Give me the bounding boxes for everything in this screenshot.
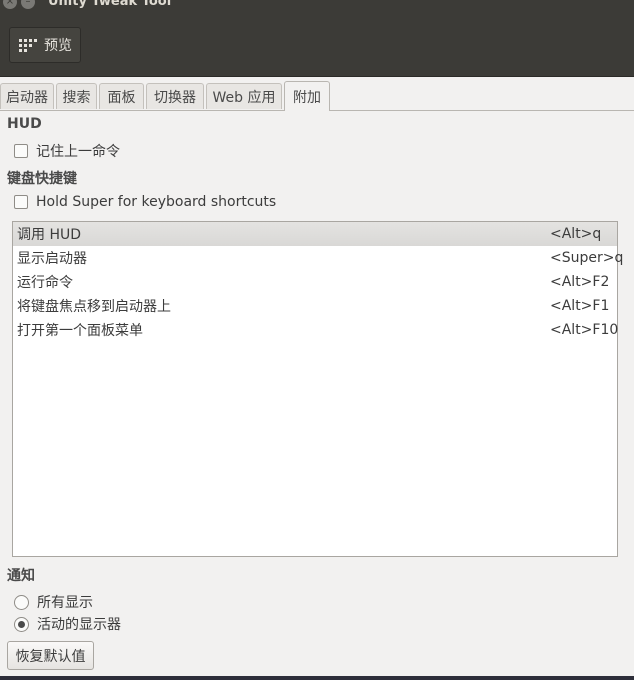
tab-search[interactable]: 搜索	[56, 83, 97, 109]
restore-defaults-label: 恢复默认值	[15, 648, 86, 665]
shortcut-key: <Alt>F2	[550, 274, 610, 290]
tab-label: 搜索	[62, 89, 91, 106]
hud-heading: HUD	[7, 116, 42, 132]
hold-super-label: Hold Super for keyboard shortcuts	[36, 194, 277, 210]
grid-icon	[19, 39, 37, 52]
tab-switcher[interactable]: 切换器	[146, 83, 204, 109]
tab-launcher[interactable]: 启动器	[0, 83, 54, 109]
radio-active-display-label: 活动的显示器	[37, 617, 121, 633]
shortcut-key: <Super>q	[550, 250, 624, 266]
shortcut-key: <Alt>q	[550, 226, 602, 242]
toolbar: 预览	[0, 12, 634, 77]
tab-web-apps[interactable]: Web 应用	[206, 83, 282, 109]
shortcut-name: 显示启动器	[17, 251, 87, 267]
shortcuts-heading: 键盘快捷键	[7, 171, 77, 187]
radio-all-displays[interactable]: 所有显示	[14, 592, 93, 612]
minimize-icon[interactable]: –	[21, 0, 35, 9]
shortcut-name: 将键盘焦点移到启动器上	[17, 299, 171, 315]
preview-label: 预览	[44, 38, 72, 54]
checkbox-box[interactable]	[14, 195, 28, 209]
tab-label: 面板	[107, 89, 136, 106]
remember-command-label: 记住上一命令	[36, 144, 120, 160]
remember-command-checkbox[interactable]: 记住上一命令	[14, 141, 120, 161]
shortcut-key: <Alt>F1	[550, 298, 610, 314]
tab-label: 启动器	[6, 89, 48, 106]
restore-defaults-button[interactable]: 恢复默认值	[7, 641, 94, 670]
close-icon[interactable]: ×	[3, 0, 17, 9]
tab-panel[interactable]: 面板	[99, 83, 144, 109]
tab-additional[interactable]: 附加	[284, 81, 330, 111]
radio-all-displays-label: 所有显示	[37, 595, 93, 611]
shortcut-key: <Alt>F10	[550, 322, 619, 338]
shortcut-row[interactable]: 将键盘焦点移到启动器上 <Alt>F1	[13, 294, 617, 318]
shortcut-row[interactable]: 打开第一个面板菜单 <Alt>F10	[13, 318, 619, 342]
tab-label: 切换器	[154, 89, 196, 106]
hold-super-checkbox[interactable]: Hold Super for keyboard shortcuts	[14, 194, 276, 210]
tab-label: 附加	[293, 89, 321, 106]
checkbox-box[interactable]	[14, 144, 28, 158]
shortcut-list[interactable]: 调用 HUD <Alt>q 显示启动器 <Super>q 运行命令 <Alt>F…	[12, 221, 623, 557]
radio-active-display[interactable]: 活动的显示器	[14, 614, 121, 634]
radio-button-selected[interactable]	[14, 616, 29, 632]
shortcut-row[interactable]: 调用 HUD <Alt>q	[13, 222, 617, 246]
shortcut-row[interactable]: 运行命令 <Alt>F2	[13, 270, 617, 294]
shortcut-name: 运行命令	[17, 275, 73, 291]
preview-button[interactable]: 预览	[9, 27, 81, 63]
notifications-heading: 通知	[7, 568, 35, 584]
tab-label: Web 应用	[212, 89, 276, 106]
shortcut-name: 调用 HUD	[17, 227, 82, 243]
window-title: Unity Tweak Tool	[48, 0, 172, 9]
shortcut-row[interactable]: 显示启动器 <Super>q	[13, 246, 623, 270]
tab-bar: 启动器 搜索 面板 切换器 Web 应用 附加	[0, 81, 634, 111]
shortcut-name: 打开第一个面板菜单	[17, 323, 143, 339]
radio-button[interactable]	[14, 594, 29, 610]
title-bar: × – Unity Tweak Tool	[0, 0, 634, 12]
desktop-edge	[0, 676, 634, 680]
